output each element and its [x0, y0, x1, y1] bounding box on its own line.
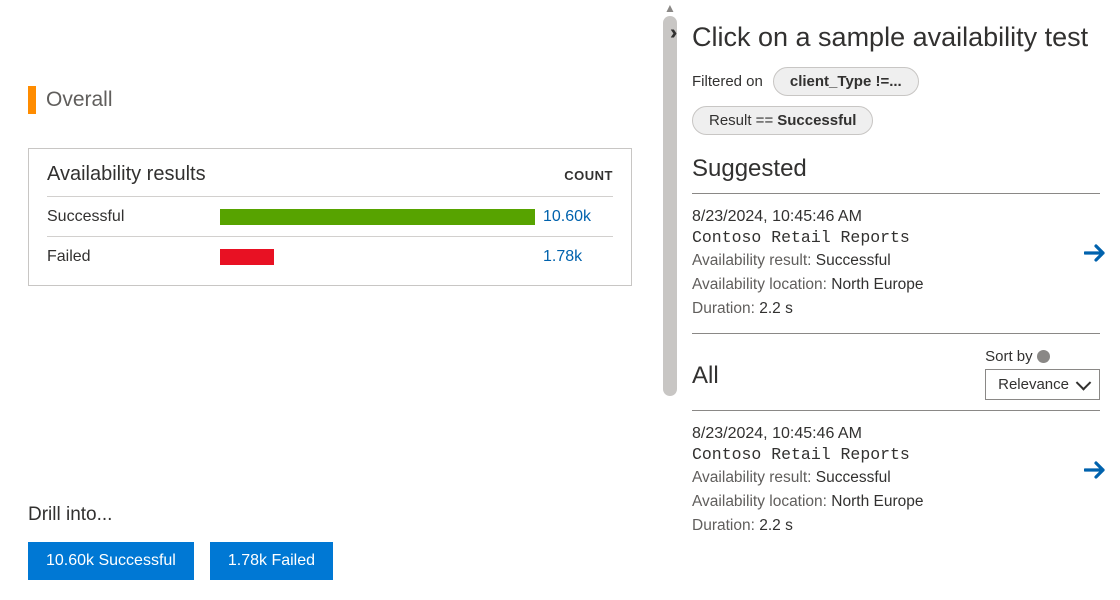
filter-pill-text: Successful [777, 112, 856, 129]
scroll-thumb[interactable] [663, 16, 677, 396]
drill-into-section: Drill into... 10.60k Successful 1.78k Fa… [28, 504, 333, 580]
drill-successful-button[interactable]: 10.60k Successful [28, 542, 194, 580]
result-kv-label: Availability location: [692, 493, 827, 510]
suggested-result-item[interactable]: 8/23/2024, 10:45:46 AM Contoso Retail Re… [692, 204, 1100, 333]
sort-by-label: Sort by [985, 348, 1050, 365]
info-icon[interactable] [1037, 350, 1050, 363]
left-pane: Overall Availability results COUNT Succe… [0, 0, 660, 600]
overall-header: Overall [28, 86, 632, 114]
metric-count-failed[interactable]: 1.78k [543, 248, 613, 266]
availability-results-card: Availability results COUNT Successful 10… [28, 148, 632, 286]
metric-bar-failed [220, 249, 274, 265]
accent-bar [28, 86, 36, 114]
filtered-on-label: Filtered on [692, 73, 763, 90]
scrollbar[interactable]: ▲ [660, 0, 680, 600]
metric-count-successful[interactable]: 10.60k [543, 208, 613, 226]
result-kv-label: Availability result: [692, 469, 811, 486]
right-pane: ›› Click on a sample availability test F… [680, 0, 1120, 600]
drill-into-title: Drill into... [28, 504, 333, 526]
scroll-up-icon[interactable]: ▲ [664, 2, 676, 14]
result-kv-label: Duration: [692, 517, 755, 534]
filter-pill-result[interactable]: Result == Successful [692, 106, 873, 135]
count-column-header: COUNT [564, 168, 613, 183]
result-name: Contoso Retail Reports [692, 228, 1100, 247]
filter-pill-text: client_Type !=... [790, 73, 902, 90]
open-result-arrow-icon[interactable] [1084, 461, 1106, 479]
scroll-track[interactable] [663, 16, 677, 600]
divider [692, 333, 1100, 334]
drill-failed-button[interactable]: 1.78k Failed [210, 542, 333, 580]
divider [692, 410, 1100, 411]
open-result-arrow-icon[interactable] [1084, 244, 1106, 262]
metric-label: Successful [47, 208, 212, 226]
overall-label: Overall [46, 88, 113, 112]
result-kv-label: Availability location: [692, 276, 827, 293]
sort-by-select[interactable]: Relevance [985, 369, 1100, 400]
result-kv-label: Availability result: [692, 252, 811, 269]
result-kv-value: Successful [816, 252, 891, 269]
sort-by-value: Relevance [998, 376, 1069, 393]
filter-pill-client-type[interactable]: client_Type !=... [773, 67, 919, 96]
metric-row-successful[interactable]: Successful 10.60k [47, 197, 613, 237]
all-section-header: All [692, 362, 719, 390]
filter-row: Filtered on client_Type !=... [692, 67, 1100, 96]
result-kv-value: 2.2 s [759, 300, 793, 317]
expand-panel-icon[interactable]: ›› [670, 22, 671, 45]
metric-bar-track [220, 209, 535, 225]
all-result-item[interactable]: 8/23/2024, 10:45:46 AM Contoso Retail Re… [692, 421, 1100, 550]
filter-pill-prefix: Result == [709, 112, 773, 129]
availability-results-header-row: Availability results COUNT [47, 163, 613, 197]
divider [692, 193, 1100, 194]
result-kv-value: 2.2 s [759, 517, 793, 534]
result-timestamp: 8/23/2024, 10:45:46 AM [692, 208, 1100, 226]
result-name: Contoso Retail Reports [692, 445, 1100, 464]
metric-label: Failed [47, 248, 212, 266]
metric-row-failed[interactable]: Failed 1.78k [47, 237, 613, 277]
result-kv-value: North Europe [831, 276, 923, 293]
metric-bar-track [220, 249, 535, 265]
availability-results-title: Availability results [47, 163, 206, 186]
result-kv-label: Duration: [692, 300, 755, 317]
result-kv-value: North Europe [831, 493, 923, 510]
right-pane-title: Click on a sample availability test [692, 22, 1100, 53]
suggested-section-header: Suggested [692, 155, 1100, 183]
result-timestamp: 8/23/2024, 10:45:46 AM [692, 425, 1100, 443]
metric-bar-successful [220, 209, 535, 225]
result-kv-value: Successful [816, 469, 891, 486]
